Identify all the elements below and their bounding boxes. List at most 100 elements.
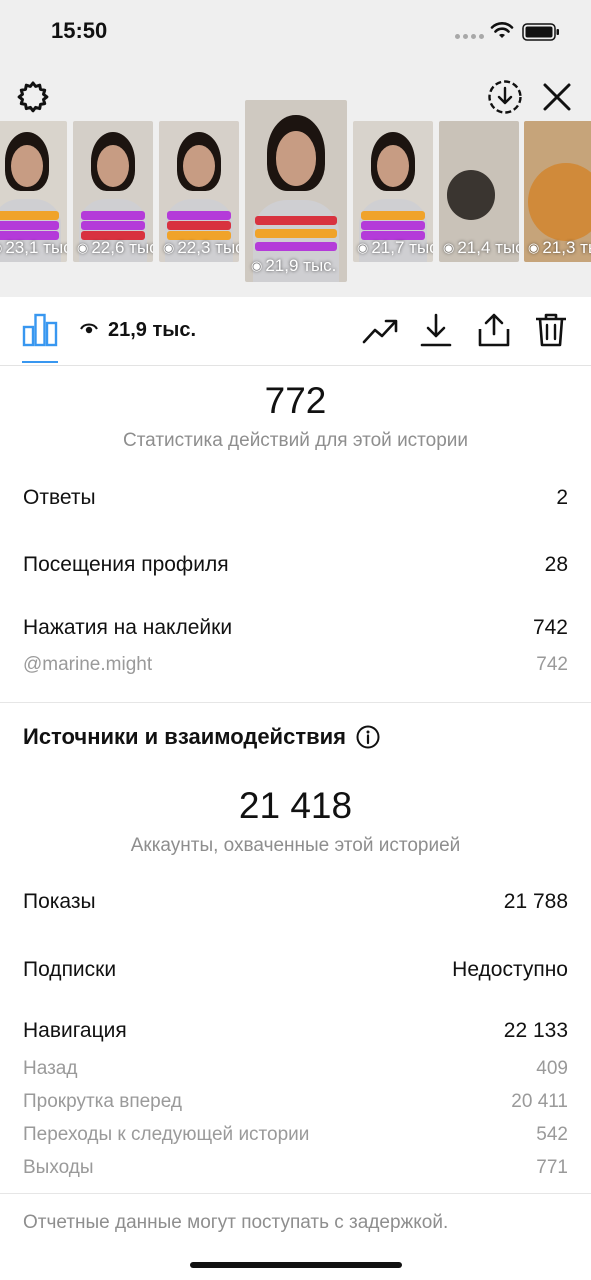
next-story-row: Переходы к следующей истории 542 — [23, 1124, 568, 1146]
sticker-overlay — [361, 211, 425, 221]
sticker-overlay — [255, 216, 337, 226]
footer-divider — [0, 1193, 591, 1194]
sticker-overlay — [0, 211, 59, 221]
exits-value: 771 — [536, 1157, 568, 1178]
navigation-value: 22 133 — [503, 1019, 568, 1042]
impressions-value: 21 788 — [503, 890, 568, 913]
impressions-row: Показы 21 788 — [23, 890, 568, 914]
thumbnail-views: ◉21,7 тыс. — [357, 238, 433, 258]
section-divider — [0, 702, 591, 703]
story-strip-area: 15:50 ◉23,1 тыс.◉22,6 тыс.◉22,3 тыс.◉21,… — [0, 0, 591, 297]
story-thumbnail[interactable]: ◉21,4 тыс. — [439, 121, 519, 262]
story-thumbnail[interactable]: ◉22,6 тыс. — [73, 121, 153, 262]
actions-caption: Статистика действий для этой истории — [122, 430, 469, 451]
forward-label: Прокрутка вперед — [23, 1091, 182, 1112]
discovery-title: Источники и взаимодействия — [23, 724, 380, 750]
profile-visits-row: Посещения профиля 28 — [23, 553, 568, 577]
thumbnail-image — [275, 130, 317, 186]
thumbnail-image — [377, 144, 409, 188]
story-thumbnail[interactable]: ◉23,1 тыс. — [0, 121, 67, 262]
wifi-icon — [490, 22, 514, 38]
sticker-overlay — [167, 211, 231, 221]
sticker-taps-label: Нажатия на наклейки — [23, 616, 233, 639]
story-thumbnail[interactable]: ◉21,7 тыс. — [353, 121, 433, 262]
thumbnail-views: ◉22,3 тыс. — [163, 238, 239, 258]
follows-row: Подписки Недоступно — [23, 958, 568, 982]
story-thumbnail[interactable]: ◉21,3 тыс. — [524, 121, 591, 262]
replies-value: 2 — [556, 486, 568, 509]
home-indicator[interactable] — [190, 1262, 402, 1268]
thumbnail-views-text: 22,6 тыс. — [91, 238, 153, 257]
forward-value: 20 411 — [511, 1091, 568, 1112]
insights-toolbar: 21,9 тыс. — [0, 297, 591, 366]
discovery-title-text: Источники и взаимодействия — [23, 724, 346, 749]
forward-row: Прокрутка вперед 20 411 — [23, 1091, 568, 1113]
status-bar: 15:50 — [0, 0, 591, 62]
eye-icon: ◉ — [163, 240, 175, 255]
profile-visits-value: 28 — [544, 553, 568, 576]
reach-total: 21 418 — [238, 785, 353, 826]
thumbnail-views-text: 23,1 тыс. — [5, 238, 67, 257]
sticker-taps-row: Нажатия на наклейки 742 — [23, 616, 568, 640]
sticker-taps-value: 742 — [532, 616, 568, 639]
thumbnail-views: ◉ 21,9 тыс. — [251, 256, 336, 276]
eye-icon: ◉ — [0, 240, 2, 256]
thumbnail-views-text: 21,3 тыс. — [542, 238, 591, 257]
sticker-overlay — [361, 221, 425, 231]
sticker-overlay — [0, 221, 59, 231]
eye-icon: ◉ — [443, 240, 455, 255]
sticker-overlay — [167, 221, 231, 231]
share-icon[interactable] — [476, 312, 512, 348]
story-thumbnail[interactable]: ◉22,3 тыс. — [159, 121, 239, 262]
exits-row: Выходы 771 — [23, 1157, 568, 1179]
trash-icon[interactable] — [533, 312, 569, 348]
thumbnail-views-text: 22,3 тыс. — [177, 238, 239, 257]
back-value: 409 — [536, 1058, 568, 1079]
signal-icon — [455, 34, 484, 39]
footer-note: Отчетные данные могут поступать с задерж… — [23, 1212, 449, 1233]
sticker-overlay — [255, 229, 337, 239]
active-tab-indicator — [22, 361, 58, 363]
gear-icon[interactable] — [16, 80, 50, 114]
thumbnail-image — [183, 144, 215, 188]
thumbnail-views: ◉22,6 тыс. — [77, 238, 153, 258]
thumbnail-views: ◉23,1 тыс. — [0, 238, 67, 258]
back-label: Назад — [23, 1058, 78, 1079]
battery-icon — [522, 23, 559, 41]
download-icon[interactable] — [418, 312, 454, 348]
close-icon[interactable] — [540, 80, 574, 114]
reach-caption: Аккаунты, охваченные этой историей — [130, 835, 461, 856]
status-time: 15:50 — [51, 18, 108, 43]
navigation-row: Навигация 22 133 — [23, 1019, 568, 1043]
eye-icon: ◉ — [528, 240, 540, 255]
bar-chart-icon[interactable] — [22, 313, 58, 347]
follows-value: Недоступно — [452, 958, 568, 981]
thumbnail-views: ◉21,4 тыс. — [443, 238, 519, 258]
thumbnail-image — [97, 144, 129, 188]
exits-label: Выходы — [23, 1157, 94, 1178]
profile-visits-label: Посещения профиля — [23, 553, 229, 576]
sticker-handle-row[interactable]: @marine.might 742 — [23, 654, 568, 676]
sticker-overlay — [81, 211, 145, 221]
thumbnail-views-text: 21,9 тыс. — [265, 256, 337, 275]
impressions-label: Показы — [23, 890, 96, 913]
replies-row: Ответы 2 — [23, 486, 568, 510]
sticker-handle-label[interactable]: @marine.might — [23, 654, 152, 676]
replies-label: Ответы — [23, 486, 96, 509]
next-story-value: 542 — [536, 1124, 568, 1145]
trending-icon[interactable] — [362, 312, 398, 348]
download-circle-icon[interactable] — [487, 79, 523, 115]
eye-icon — [80, 323, 98, 334]
thumbnail-views-text: 21,4 тыс. — [457, 238, 519, 257]
thumbnail-views-text: 21,7 тыс. — [371, 238, 433, 257]
follows-label: Подписки — [23, 958, 117, 981]
actions-total: 772 — [264, 380, 327, 421]
eye-icon: ◉ — [77, 240, 89, 255]
info-icon[interactable] — [356, 725, 380, 749]
eye-icon: ◉ — [357, 240, 369, 255]
navigation-label: Навигация — [23, 1019, 127, 1042]
eye-icon: ◉ — [251, 258, 263, 273]
story-thumbnail[interactable]: ◉ 21,9 тыс. — [245, 100, 347, 282]
sticker-overlay — [81, 221, 145, 231]
thumbnail-views: ◉21,3 тыс. — [528, 238, 591, 258]
